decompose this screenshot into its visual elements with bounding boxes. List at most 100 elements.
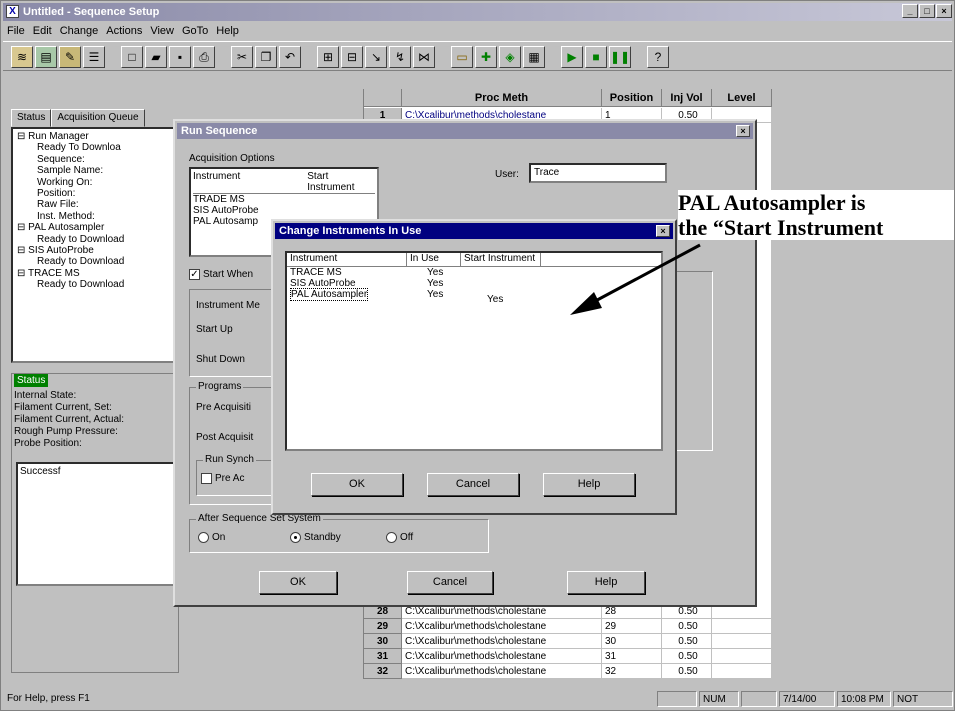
insert-icon[interactable]: ⊞ [317,46,339,68]
tree-item[interactable]: ⊟ SIS AutoProbe [15,245,175,256]
after-sequence-group: After Sequence Set System On Standby Off [189,513,489,553]
change-ok-button[interactable]: OK [311,473,403,496]
instr-methods-label: Instrument Me [196,300,260,311]
tree-item[interactable]: Sequence: [15,154,175,165]
status-empty-2 [741,691,777,707]
menu-file[interactable]: File [7,22,25,40]
table-row[interactable]: 29 C:\Xcalibur\methods\cholestane 29 0.5… [364,619,772,634]
radio-on[interactable]: On [198,532,225,543]
annotation-line-1: PAL Autosampler is [678,190,866,215]
status-row: Filament Current, Actual: [14,414,125,425]
grid-col-inj-vol[interactable]: Inj Vol [662,89,712,107]
list-item[interactable]: SIS AutoProbe [193,205,375,216]
status-empty [657,691,697,707]
start-when-checkbox[interactable]: ✓ Start When [189,269,253,280]
startup-label: Start Up [196,324,233,335]
run-help-button[interactable]: Help [567,571,645,594]
tree-item[interactable]: ⊟ TRACE MS [15,268,175,279]
message-box[interactable]: Successf [16,462,176,586]
grid-col-proc-meth[interactable]: Proc Meth [402,89,602,107]
status-row: Internal State: [14,390,77,401]
post-acq-label: Post Acquisit [196,432,254,443]
paste-icon[interactable]: ↶ [279,46,301,68]
shutdown-label: Shut Down [196,354,245,365]
menu-help[interactable]: Help [216,22,239,40]
maximize-button[interactable]: □ [919,4,935,18]
tab-acquisition-queue[interactable]: Acquisition Queue [51,109,145,127]
instrument-icon[interactable]: ▤ [35,46,57,68]
table-row[interactable]: 30 C:\Xcalibur\methods\cholestane 30 0.5… [364,634,772,649]
tree-item[interactable]: Ready to Download [15,234,175,245]
calibrate-icon[interactable]: ↯ [389,46,411,68]
tree-item[interactable]: Inst. Method: [15,211,175,222]
new-icon[interactable]: □ [121,46,143,68]
help-icon[interactable]: ? [647,46,669,68]
toolbar: ≋ ▤ ✎ ☰ □ ▰ ▪ ⎙ ✂ ❐ ↶ ⊞ ⊟ ↘ ↯ ⋈ ▭ ✚ ◈ ▦ … [3,41,952,71]
status-time: 10:08 PM [837,691,891,707]
tab-status[interactable]: Status [11,109,52,127]
tray-icon[interactable]: ↘ [365,46,387,68]
status-badge: Status [14,374,49,387]
menu-actions[interactable]: Actions [106,22,142,40]
tree-item[interactable]: Position: [15,188,175,199]
col-start-instrument[interactable]: Start Instrument [461,253,541,266]
tree-item[interactable]: Working On: [15,177,175,188]
fill-icon[interactable]: ⊟ [341,46,363,68]
tree-item[interactable]: ⊟ PAL Autosampler [15,222,175,233]
tune-icon[interactable]: ≋ [11,46,33,68]
stop-icon[interactable]: ■ [585,46,607,68]
status-saved: NOT SAVED [893,691,953,711]
minimize-button[interactable]: _ [902,4,918,18]
table-row[interactable]: 31 C:\Xcalibur\methods\cholestane 31 0.5… [364,649,772,664]
left-tabs: Status Acquisition Queue [11,109,145,127]
copy-icon[interactable]: ❐ [255,46,277,68]
message-text: Successf [20,466,61,477]
change-help-button[interactable]: Help [543,473,635,496]
grid-header: Proc Meth Position Inj Vol Level [364,89,772,107]
run-cancel-button[interactable]: Cancel [407,571,493,594]
close-icon[interactable]: × [736,125,750,137]
pause-icon[interactable]: ❚❚ [609,46,631,68]
menu-goto[interactable]: GoTo [182,22,208,40]
menu-bar: File Edit Change Actions View GoTo Help [3,22,952,40]
tree-item[interactable]: Raw File: [15,199,175,210]
title-bar: X Untitled - Sequence Setup _ □ × [3,3,952,21]
list-icon[interactable]: ☰ [83,46,105,68]
table-icon[interactable]: ▦ [523,46,545,68]
menu-change[interactable]: Change [60,22,99,40]
user-input[interactable]: Trace [529,163,667,183]
probe-icon[interactable]: ▭ [451,46,473,68]
menu-edit[interactable]: Edit [33,22,52,40]
run-sequence-title-text: Run Sequence [181,125,258,137]
tree-item[interactable]: ⊟ Run Manager [15,131,175,142]
open-icon[interactable]: ▰ [145,46,167,68]
view-icon[interactable]: ⋈ [413,46,435,68]
cut-icon[interactable]: ✂ [231,46,253,68]
change-instruments-title: Change Instruments In Use × [275,223,673,239]
table-row[interactable]: 32 C:\Xcalibur\methods\cholestane 32 0.5… [364,664,772,679]
grid-col-level[interactable]: Level [712,89,772,107]
tree-item[interactable]: Ready to Download [15,279,175,290]
close-icon[interactable]: × [656,225,670,237]
col-in-use[interactable]: In Use [407,253,461,266]
radio-off[interactable]: Off [386,532,413,543]
run-ok-button[interactable]: OK [259,571,337,594]
col-instrument[interactable]: Instrument [287,253,407,266]
tree-item[interactable]: Sample Name: [15,165,175,176]
run-icon[interactable]: ▶ [561,46,583,68]
sample-icon[interactable]: ✎ [59,46,81,68]
radio-standby[interactable]: Standby [290,532,341,543]
pre-acq-checkbox[interactable]: Pre Ac [201,473,244,484]
up-icon[interactable]: ◈ [499,46,521,68]
save-icon[interactable]: ▪ [169,46,191,68]
tree-item[interactable]: Ready to Download [15,256,175,267]
grid-col-position[interactable]: Position [602,89,662,107]
close-button[interactable]: × [936,4,952,18]
tree-item[interactable]: Ready To Downloa [15,142,175,153]
change-cancel-button[interactable]: Cancel [427,473,519,496]
menu-view[interactable]: View [150,22,174,40]
list-item[interactable]: TRADE MS [193,194,375,205]
add-icon[interactable]: ✚ [475,46,497,68]
run-sequence-title: Run Sequence × [177,123,753,139]
print-icon[interactable]: ⎙ [193,46,215,68]
